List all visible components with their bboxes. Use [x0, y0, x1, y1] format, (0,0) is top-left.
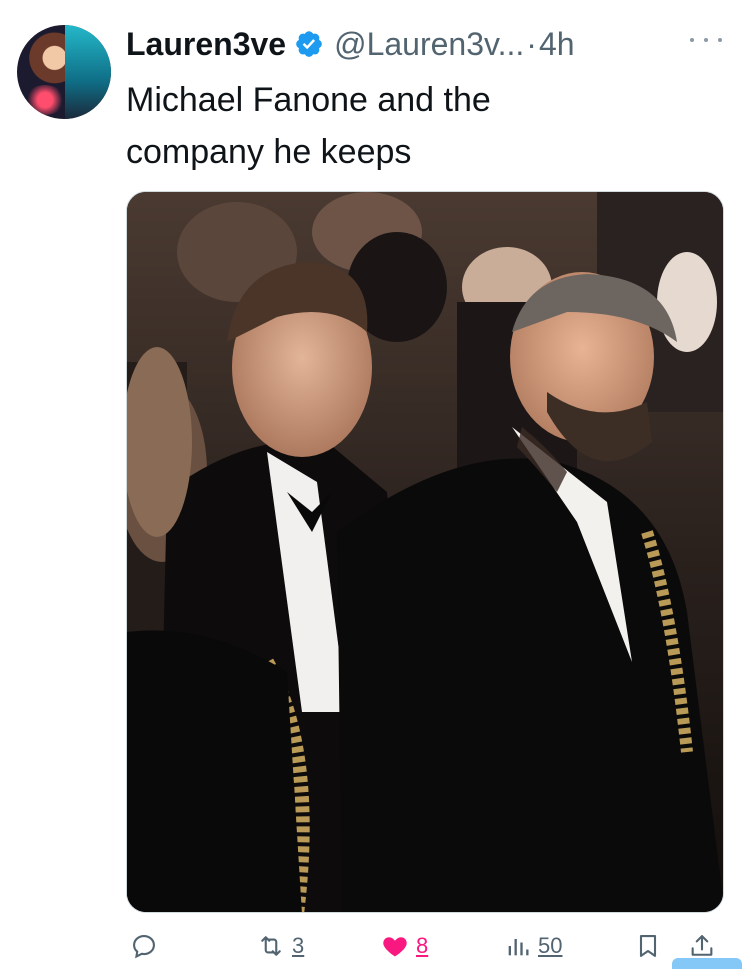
photo-illustration — [127, 192, 723, 912]
verified-badge-icon — [296, 31, 322, 57]
tweet-header: Lauren3ve @Lauren3v... · 4h — [126, 20, 575, 68]
views-count: 50 — [538, 933, 563, 958]
scroll-indicator — [672, 958, 742, 969]
retweet-button[interactable]: 3 — [256, 928, 304, 964]
avatar-hair — [65, 25, 111, 119]
bookmark-icon — [639, 935, 657, 957]
retweet-count: 3 — [292, 933, 305, 958]
tweet-timestamp[interactable]: 4h — [539, 26, 575, 63]
views-chart-icon — [508, 939, 529, 956]
tweet-text: Michael Fanone and the company he keeps — [126, 74, 686, 178]
tweet-photo[interactable] — [126, 191, 724, 913]
retweet-icon — [261, 936, 281, 956]
reply-button[interactable] — [130, 928, 164, 964]
author-handle[interactable]: @Lauren3v... — [334, 26, 524, 63]
header-separator: · — [526, 25, 537, 62]
more-options-icon[interactable] — [690, 30, 722, 50]
tweet[interactable]: Lauren3ve @Lauren3v... · 4h Michael Fano… — [0, 0, 742, 969]
reply-icon — [133, 935, 155, 959]
bookmark-button[interactable] — [634, 928, 662, 964]
author-avatar[interactable] — [17, 25, 111, 119]
views-button[interactable]: 50 — [504, 928, 562, 964]
like-count: 8 — [416, 933, 429, 958]
share-icon — [691, 935, 713, 956]
avatar-glow — [25, 85, 65, 115]
author-display-name[interactable]: Lauren3ve — [126, 26, 286, 63]
tweet-text-line: company he keeps — [126, 133, 412, 171]
tweet-text-line: Michael Fanone and the — [126, 81, 491, 119]
heart-icon — [383, 937, 407, 957]
tweet-actions: 3 8 50 — [0, 928, 742, 964]
like-button[interactable]: 8 — [380, 928, 428, 964]
